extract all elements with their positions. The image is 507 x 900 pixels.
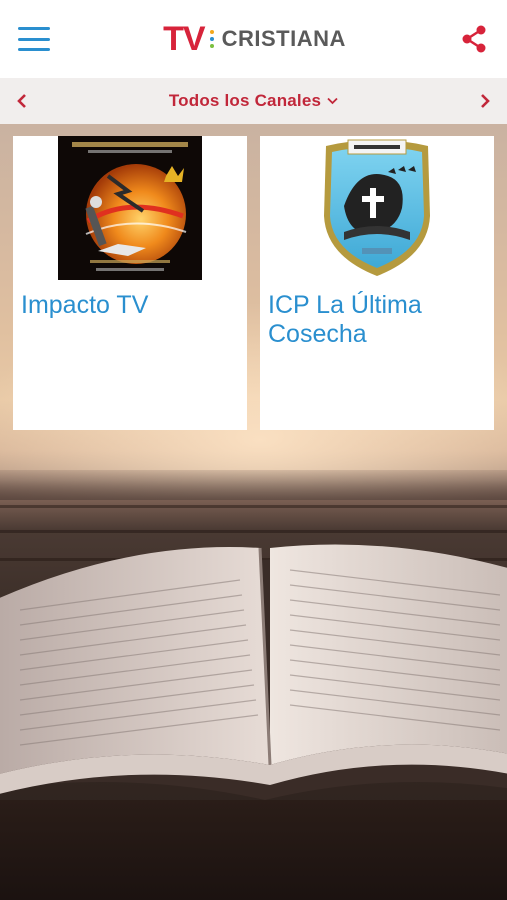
channel-title: Impacto TV — [21, 291, 149, 319]
radio-impacto-tv-logo — [58, 136, 202, 280]
hamburger-menu-icon[interactable] — [18, 27, 50, 51]
menu-bar — [18, 27, 50, 30]
table-plank-line — [0, 505, 507, 508]
menu-bar — [18, 48, 50, 51]
open-bible-illustration — [0, 544, 507, 800]
share-icon[interactable] — [459, 24, 489, 54]
logo-wordmark: CRISTIANA — [221, 26, 346, 51]
channel-card-impacto-tv[interactable]: Impacto TV — [13, 136, 247, 430]
logo-dots — [209, 30, 214, 48]
horizon — [0, 470, 507, 500]
channel-filter-label: Todos los Canales — [168, 91, 322, 110]
channel-card-icp-la-ultima-cosecha[interactable]: ICP La Última Cosecha — [260, 136, 494, 430]
icpluc-shield-logo — [324, 139, 430, 276]
channel-selector-bar: Todos los Canales — [0, 78, 507, 124]
table-plank-line — [0, 530, 507, 533]
menu-bar — [18, 37, 50, 41]
channel-grid: Impacto TV ICP La Última Cosecha — [13, 136, 495, 430]
channel-title: ICP La Última Cosecha — [268, 291, 422, 348]
app-logo: TV CRISTIANA — [163, 22, 346, 56]
app-header: TV CRISTIANA — [0, 0, 507, 78]
channel-filter-dropdown[interactable]: Todos los Canales — [169, 91, 338, 111]
background-image — [0, 0, 507, 900]
chevron-right-icon[interactable] — [477, 93, 493, 109]
chevron-down-icon — [327, 97, 338, 105]
table-surface — [0, 800, 507, 900]
chevron-left-icon[interactable] — [14, 93, 30, 109]
logo-tv-text: TV — [163, 20, 205, 58]
